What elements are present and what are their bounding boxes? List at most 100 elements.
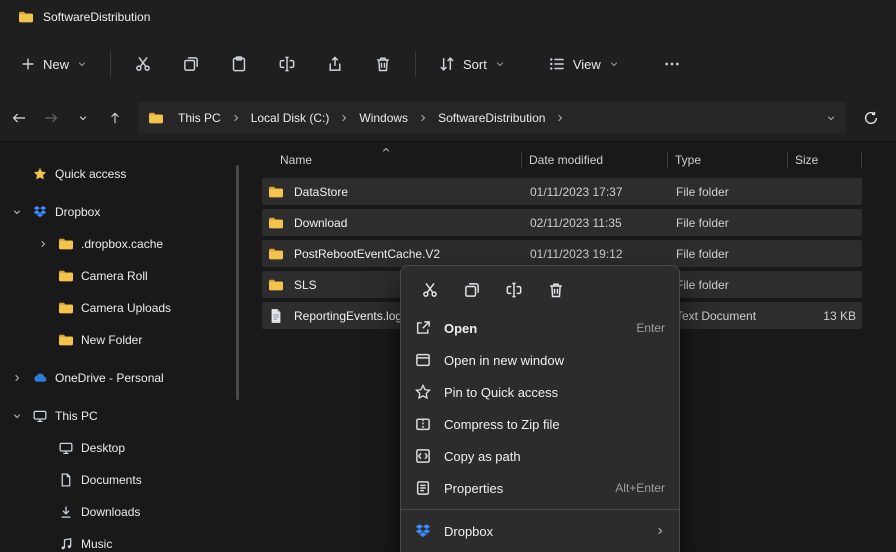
- properties-icon: [415, 480, 432, 496]
- open-icon: [415, 320, 432, 336]
- folder-icon: [268, 277, 284, 293]
- file-name: PostRebootEventCache.V2: [294, 247, 440, 261]
- new-window-icon: [415, 352, 432, 368]
- copy-button[interactable]: [171, 46, 211, 82]
- chevron-down-icon[interactable]: [10, 207, 24, 217]
- chevron-down-icon: [78, 113, 88, 123]
- sidebar-item-label: Camera Roll: [81, 269, 148, 283]
- file-row-datastore[interactable]: DataStore 01/11/2023 17:37 File folder: [262, 178, 862, 205]
- copy-icon: [464, 282, 480, 298]
- sidebar-item-desktop[interactable]: Desktop: [0, 433, 250, 463]
- chevron-right-icon[interactable]: [36, 239, 50, 249]
- menu-item-shortcut: Enter: [636, 321, 665, 335]
- sidebar-item-downloads[interactable]: Downloads: [0, 497, 250, 527]
- menu-item-pin-to-quick-access[interactable]: Pin to Quick access: [401, 376, 679, 408]
- new-label: New: [43, 57, 69, 72]
- column-header-size[interactable]: Size: [788, 143, 862, 176]
- refresh-icon: [864, 111, 878, 125]
- new-button[interactable]: New: [10, 46, 98, 82]
- delete-button[interactable]: [363, 46, 403, 82]
- menu-item-label: Pin to Quick access: [444, 385, 653, 400]
- document-icon: [56, 473, 75, 487]
- sort-button[interactable]: Sort: [428, 46, 516, 82]
- menu-item-label: Open: [444, 321, 624, 336]
- sidebar-item-label: Quick access: [55, 167, 126, 181]
- forward-button[interactable]: [36, 103, 66, 133]
- more-button[interactable]: [652, 46, 692, 82]
- menu-item-properties[interactable]: Properties Alt+Enter: [401, 472, 679, 504]
- sidebar-item-label: OneDrive - Personal: [55, 371, 164, 385]
- file-name-cell: Download: [262, 215, 522, 231]
- column-header-name[interactable]: Name: [250, 143, 522, 176]
- sidebar-item-onedrive[interactable]: OneDrive - Personal: [0, 363, 250, 393]
- up-button[interactable]: [100, 103, 130, 133]
- back-button[interactable]: [4, 103, 34, 133]
- recent-locations-button[interactable]: [68, 103, 98, 133]
- menu-item-shortcut: Alt+Enter: [615, 481, 665, 495]
- sidebar-item-label: This PC: [55, 409, 98, 423]
- folder-icon: [148, 110, 164, 126]
- onedrive-cloud-icon: [30, 371, 49, 385]
- breadcrumb-bar[interactable]: This PC Local Disk (C:) Windows Software…: [138, 102, 846, 134]
- breadcrumb-this-pc[interactable]: This PC: [170, 106, 229, 130]
- menu-item-dropbox[interactable]: Dropbox: [401, 515, 679, 547]
- breadcrumb-windows[interactable]: Windows: [351, 106, 416, 130]
- file-row-postrebooteventcache[interactable]: PostRebootEventCache.V2 01/11/2023 19:12…: [262, 240, 862, 267]
- copy-button[interactable]: [453, 275, 491, 305]
- context-menu: Open Enter Open in new window Pin to Qui…: [400, 265, 680, 552]
- column-label: Name: [280, 153, 312, 167]
- pin-icon: [415, 384, 432, 400]
- delete-button[interactable]: [537, 275, 575, 305]
- log-file-icon: [268, 308, 284, 324]
- breadcrumb-softwaredistribution[interactable]: SoftwareDistribution: [430, 106, 553, 130]
- copy-icon: [183, 56, 199, 72]
- sidebar-item-quick-access[interactable]: Quick access: [0, 159, 250, 189]
- window-tab[interactable]: SoftwareDistribution: [8, 3, 166, 31]
- menu-separator: [401, 509, 679, 510]
- cut-icon: [135, 56, 151, 72]
- breadcrumb-local-disk[interactable]: Local Disk (C:): [243, 106, 338, 130]
- column-header-date-modified[interactable]: Date modified: [522, 143, 668, 176]
- sidebar-item-label: Documents: [81, 473, 142, 487]
- chevron-right-icon[interactable]: [10, 373, 24, 383]
- cut-button[interactable]: [123, 46, 163, 82]
- share-button[interactable]: [315, 46, 355, 82]
- sidebar-item-documents[interactable]: Documents: [0, 465, 250, 495]
- chevron-right-icon: [339, 113, 349, 123]
- rename-button[interactable]: [495, 275, 533, 305]
- cut-button[interactable]: [411, 275, 449, 305]
- sidebar-item-this-pc[interactable]: This PC: [0, 401, 250, 431]
- rename-button[interactable]: [267, 46, 307, 82]
- arrow-right-icon: [44, 111, 58, 125]
- view-button[interactable]: View: [538, 46, 630, 82]
- explorer-window: SoftwareDistribution New Sort View: [0, 0, 896, 552]
- menu-item-copy-as-path[interactable]: Copy as path: [401, 440, 679, 472]
- sidebar-item-dropbox[interactable]: Dropbox: [0, 197, 250, 227]
- menu-item-open[interactable]: Open Enter: [401, 312, 679, 344]
- desktop-icon: [56, 441, 75, 455]
- sidebar-scrollbar-thumb[interactable]: [236, 165, 239, 400]
- file-row-download[interactable]: Download 02/11/2023 11:35 File folder: [262, 209, 862, 236]
- column-header-type[interactable]: Type: [668, 143, 788, 176]
- refresh-button[interactable]: [856, 103, 886, 133]
- sidebar-item-music[interactable]: Music: [0, 529, 250, 552]
- sidebar-item-camera-uploads[interactable]: Camera Uploads: [0, 293, 250, 323]
- sidebar-item-dropbox-cache[interactable]: .dropbox.cache: [0, 229, 250, 259]
- menu-item-compress-to-zip[interactable]: Compress to Zip file: [401, 408, 679, 440]
- dropbox-icon: [30, 205, 49, 219]
- chevron-down-icon[interactable]: [10, 411, 24, 421]
- trash-icon: [375, 56, 391, 72]
- column-headers: Name Date modified Type Size: [250, 143, 896, 176]
- menu-item-label: Open in new window: [444, 353, 653, 368]
- file-type: File folder: [668, 247, 788, 261]
- star-icon: [30, 167, 49, 181]
- sidebar-item-new-folder[interactable]: New Folder: [0, 325, 250, 355]
- paste-button[interactable]: [219, 46, 259, 82]
- file-date: 01/11/2023 19:12: [522, 247, 668, 261]
- file-name: DataStore: [294, 185, 348, 199]
- sidebar-item-label: Camera Uploads: [81, 301, 171, 315]
- sidebar-item-camera-roll[interactable]: Camera Roll: [0, 261, 250, 291]
- file-type: File folder: [668, 185, 788, 199]
- menu-item-open-in-new-window[interactable]: Open in new window: [401, 344, 679, 376]
- address-dropdown-icon[interactable]: [826, 113, 836, 123]
